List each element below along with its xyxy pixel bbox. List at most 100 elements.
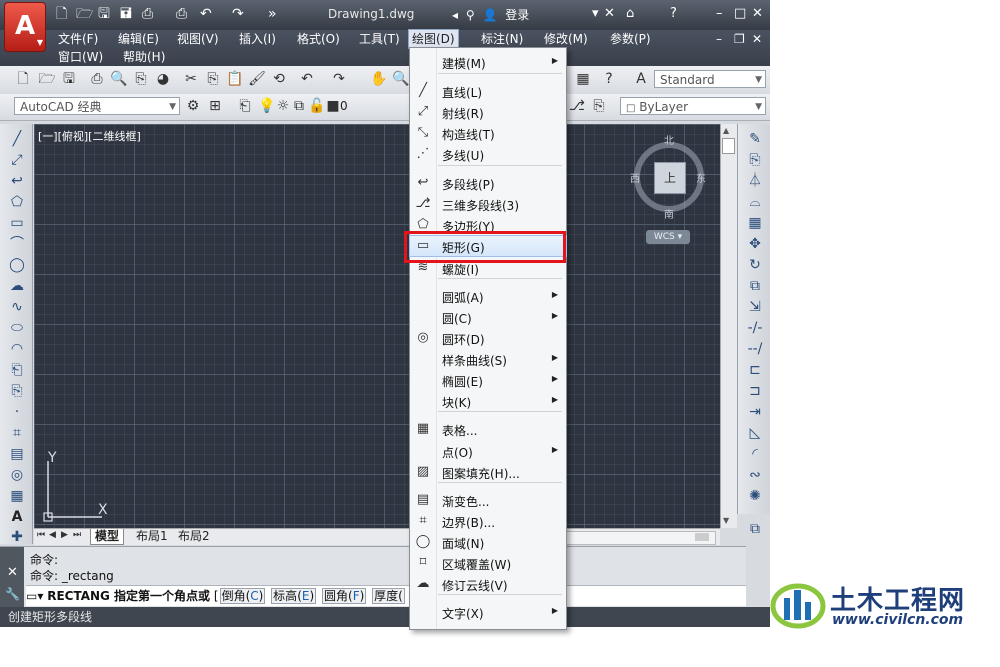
- drawing-area[interactable]: [一][俯视][二维线框] 上 北 南 东 西 WCS ▾ Y X: [34, 124, 720, 528]
- rectangle-icon[interactable]: ▭: [8, 214, 26, 232]
- arc-icon[interactable]: ⌒: [8, 235, 26, 253]
- draw-menu-item-区域覆盖[interactable]: ⌑ 区域覆盖(W): [410, 553, 566, 573]
- save-icon[interactable]: 🖫: [98, 7, 110, 21]
- hatch-icon[interactable]: ⌗: [8, 424, 26, 442]
- line-icon[interactable]: ╱: [8, 130, 26, 148]
- maximize-icon[interactable]: □: [734, 6, 746, 21]
- text-style-select[interactable]: Standard ▼: [654, 70, 766, 88]
- infocenter-dropdown-icon[interactable]: ▾: [592, 6, 599, 21]
- insert-block-icon[interactable]: ⎗: [8, 361, 26, 379]
- save-as-icon[interactable]: 🖬: [120, 7, 132, 21]
- draw-menu-item-渐变色[interactable]: ▤ 渐变色...: [410, 490, 566, 510]
- new-icon[interactable]: 🗋: [14, 70, 32, 88]
- draw-menu-item-构造线[interactable]: ⤡ 构造线(T): [410, 123, 566, 143]
- scale-icon[interactable]: ⧉: [746, 277, 764, 295]
- layer-value[interactable]: 0: [340, 99, 348, 113]
- exchange-icon[interactable]: ✕: [604, 6, 615, 21]
- copy-icon[interactable]: ⎘: [204, 70, 222, 88]
- block-editor-icon[interactable]: ⟲: [270, 70, 288, 88]
- trim-icon[interactable]: -/-: [746, 319, 764, 337]
- menu-modify[interactable]: 修改(M): [541, 30, 591, 48]
- text-style-icon[interactable]: A: [632, 70, 650, 88]
- redo-icon[interactable]: ↷: [232, 7, 244, 21]
- paste-icon[interactable]: 📋: [226, 70, 244, 88]
- preview-icon[interactable]: 🔍: [110, 70, 128, 88]
- chamfer-icon[interactable]: ◺: [746, 424, 764, 442]
- stay-connected-icon[interactable]: ⌂: [626, 6, 634, 21]
- undo-icon[interactable]: ↶: [298, 70, 316, 88]
- compass-west[interactable]: 西: [630, 170, 640, 185]
- layer-viewport-icon[interactable]: ⧉: [290, 97, 308, 115]
- draw-menu-item-块[interactable]: 块(K) ▶: [410, 391, 566, 411]
- prev-tab-icon[interactable]: ◀: [49, 530, 56, 540]
- user-icon[interactable]: 👤: [482, 8, 497, 22]
- array-icon[interactable]: ▦: [746, 214, 764, 232]
- scroll-up-icon[interactable]: ▲: [723, 126, 729, 135]
- break-icon[interactable]: ⊐: [746, 382, 764, 400]
- new-file-icon[interactable]: 🗋: [56, 7, 67, 21]
- close-icon[interactable]: ✕: [752, 6, 763, 21]
- first-tab-icon[interactable]: ⏮: [37, 530, 45, 540]
- draw-menu-item-椭圆[interactable]: 椭圆(E) ▶: [410, 370, 566, 390]
- match-properties-icon[interactable]: 🖌: [248, 70, 266, 88]
- draw-menu-item-表格[interactable]: ▦ 表格...: [410, 419, 566, 439]
- menu-help[interactable]: 帮助(H): [120, 48, 168, 66]
- draw-menu-item-圆[interactable]: 圆(C) ▶: [410, 307, 566, 327]
- sheet-set-icon[interactable]: ▦: [574, 70, 592, 88]
- draw-menu-item-多线[interactable]: ⋰ 多线(U): [410, 144, 566, 164]
- scroll-down-icon[interactable]: ▼: [723, 516, 729, 525]
- construction-line-icon[interactable]: ⤢: [8, 151, 26, 169]
- workspace-toolbar-icon[interactable]: ⊞: [206, 97, 224, 115]
- extend-icon[interactable]: --/: [746, 340, 764, 358]
- menu-format[interactable]: 格式(O): [294, 30, 343, 48]
- 3d-dwf-icon[interactable]: ◕: [154, 70, 172, 88]
- add-selected-icon[interactable]: ✚: [8, 528, 26, 546]
- plot-icon[interactable]: ⎙: [88, 70, 106, 88]
- draw-menu-item-射线[interactable]: ⤢ 射线(R): [410, 102, 566, 122]
- draw-menu-item-点[interactable]: 点(O) ▶: [410, 441, 566, 461]
- draw-menu-item-多段线[interactable]: ↩ 多段线(P): [410, 173, 566, 193]
- tab-layout2[interactable]: 布局2: [174, 529, 214, 544]
- cut-icon[interactable]: ✂: [182, 70, 200, 88]
- layer-manager-icon[interactable]: ⎗: [236, 97, 254, 115]
- draw-menu-item-文字[interactable]: 文字(X) ▶: [410, 602, 566, 622]
- workspace-settings-icon[interactable]: ⚙: [184, 97, 202, 115]
- zoom-realtime-icon[interactable]: 🔍: [392, 70, 410, 88]
- draw-menu-item-样条曲线[interactable]: 样条曲线(S) ▶: [410, 349, 566, 369]
- binoculars-icon[interactable]: ⚲: [466, 8, 475, 22]
- plot-preview-icon[interactable]: ⎙: [142, 7, 153, 21]
- draw-menu-item-建模[interactable]: 建模(M) ▶: [410, 52, 566, 72]
- next-tab-icon[interactable]: ▶: [61, 530, 68, 540]
- draw-menu-item-面域[interactable]: ◯ 面域(N): [410, 532, 566, 552]
- scroll-thumb[interactable]: [722, 138, 735, 154]
- option-chamfer[interactable]: 倒角(C): [219, 588, 266, 604]
- stretch-icon[interactable]: ⇲: [746, 298, 764, 316]
- blend-curves-icon[interactable]: ∾: [746, 466, 764, 484]
- menu-parametric[interactable]: 参数(P): [607, 30, 654, 48]
- customize-icon[interactable]: 🔧: [5, 587, 20, 601]
- draw-menu-item-图案填充[interactable]: ▨ 图案填充(H)...: [410, 462, 566, 482]
- tab-layout1[interactable]: 布局1: [132, 529, 172, 544]
- compass-south[interactable]: 南: [664, 206, 674, 221]
- minimize-icon[interactable]: –: [716, 6, 723, 21]
- pan-icon[interactable]: ✋: [370, 70, 388, 88]
- command-input[interactable]: ▭▾ RECTANG 指定第一个角点或 [倒角(C) 标高(E) 圆角(F) 厚…: [26, 585, 746, 606]
- menu-insert[interactable]: 插入(I): [236, 30, 279, 48]
- explode-icon[interactable]: ✺: [746, 487, 764, 505]
- menu-window[interactable]: 窗口(W): [55, 48, 106, 66]
- join-icon[interactable]: ⇥: [746, 403, 764, 421]
- menu-edit[interactable]: 编辑(E): [115, 30, 162, 48]
- menu-dimension[interactable]: 标注(N): [478, 30, 526, 48]
- help-toolbar-icon[interactable]: ?: [600, 70, 618, 88]
- print-icon[interactable]: ⎙: [176, 7, 187, 21]
- gradient-icon[interactable]: ▤: [8, 445, 26, 463]
- tab-model[interactable]: 模型: [90, 529, 125, 545]
- mirror-icon[interactable]: ⏃: [746, 172, 764, 190]
- undo-icon[interactable]: ↶: [200, 7, 212, 21]
- workspace-select[interactable]: AutoCAD 经典 ▼: [14, 97, 180, 115]
- search-arrow-icon[interactable]: ◂: [452, 8, 458, 22]
- draw-menu-item-边界[interactable]: ⌗ 边界(B)...: [410, 511, 566, 531]
- doc-minimize-icon[interactable]: –: [716, 32, 722, 46]
- option-fillet[interactable]: 圆角(F): [321, 588, 367, 604]
- make-current-icon[interactable]: ⎘: [590, 97, 608, 115]
